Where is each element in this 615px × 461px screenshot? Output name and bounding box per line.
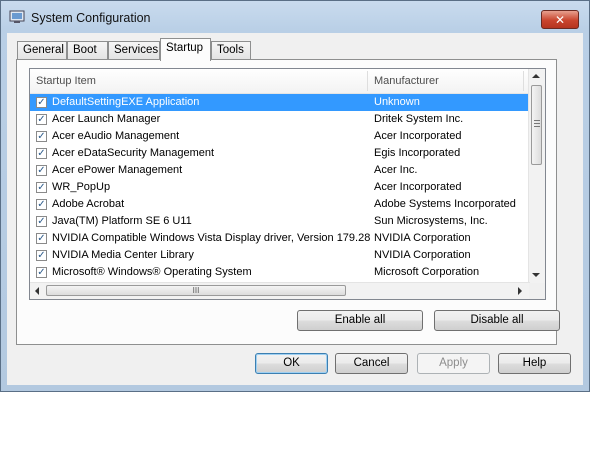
startup-item-name: Java(TM) Platform SE 6 U11	[52, 215, 192, 227]
scroll-up-icon[interactable]	[532, 74, 540, 78]
horizontal-scrollbar[interactable]: III	[30, 282, 530, 299]
startup-item-name: Adobe Acrobat	[52, 198, 125, 210]
ok-button[interactable]: OK	[255, 353, 328, 374]
startup-item-name: Acer eAudio Management	[52, 130, 180, 142]
dialog-client-area: General Boot Services Startup Tools Star…	[7, 33, 583, 385]
title-bar[interactable]: System Configuration ✕	[1, 1, 589, 35]
manufacturer-cell: Microsoft Corporation	[374, 266, 480, 278]
help-button[interactable]: Help	[498, 353, 571, 374]
disable-all-button[interactable]: Disable all	[434, 310, 560, 331]
table-row[interactable]: ✓DefaultSettingEXE ApplicationUnknownC:	[30, 94, 541, 111]
startup-tab-panel: Startup Item Manufacturer Co ✓ DefaultSet…	[16, 59, 560, 345]
manufacturer-cell: Sun Microsystems, Inc.	[374, 215, 488, 227]
scroll-down-icon[interactable]	[532, 273, 540, 277]
startup-item-name: Acer Launch Manager	[52, 113, 161, 125]
scrollbar-corner	[529, 283, 545, 299]
startup-item-checkbox[interactable]: ✓	[36, 148, 47, 159]
table-row[interactable]: ✓ Acer eAudio Management Acer Incorporated…	[30, 128, 542, 145]
list-header: Startup Item Manufacturer Co	[30, 69, 544, 94]
system-configuration-window: System Configuration ✕ General Boot Serv…	[0, 0, 590, 392]
tab-boot[interactable]: Boot	[67, 41, 108, 59]
close-button[interactable]: ✕	[541, 10, 579, 29]
startup-item-checkbox[interactable]: ✓	[36, 233, 47, 244]
manufacturer-cell: Acer Incorporated	[374, 130, 462, 142]
table-row[interactable]: ✓ Acer eDataSecurity Management Egis Incor…	[30, 145, 541, 162]
apply-button[interactable]: Apply	[417, 353, 490, 374]
scroll-right-icon[interactable]	[518, 287, 522, 295]
startup-item-name: WR_PopUp	[52, 181, 111, 193]
startup-item-checkbox[interactable]: ✓	[36, 114, 47, 125]
startup-item-checkbox[interactable]: ✓	[36, 131, 47, 142]
scroll-left-icon[interactable]	[35, 287, 39, 295]
table-row[interactable]: ✓Acer ePower ManagementAcer Inc.C:	[30, 162, 541, 179]
vertical-scroll-thumb[interactable]	[531, 85, 542, 165]
grip-line	[534, 120, 540, 121]
manufacturer-cell: Acer Inc.	[374, 164, 418, 176]
startup-item-checkbox[interactable]: ✓	[36, 216, 47, 227]
table-row[interactable]: ✓ Microsoft® Windows® Operating System Mic…	[30, 264, 541, 281]
column-header-startup-item[interactable]: Startup Item	[30, 69, 366, 93]
manufacturer-cell: Adobe Systems Incorporated	[374, 198, 516, 210]
manufacturer-cell: Acer Incorporated	[374, 181, 462, 193]
startup-item-name: NVIDIA Media Center Library	[52, 249, 194, 261]
startup-item-checkbox[interactable]: ✓	[36, 182, 47, 193]
startup-item-checkbox[interactable]: ✓	[36, 250, 47, 261]
table-row[interactable]: ✓ Java(TM) Platform SE 6 U11 Sun Microsyst…	[30, 213, 542, 230]
column-header-manufacturer[interactable]: Manufacturer	[368, 69, 524, 93]
startup-item-name: DefaultSettingEXE Application	[52, 96, 200, 108]
manufacturer-cell: Egis Incorporated	[374, 147, 461, 159]
manufacturer-cell: NVIDIA Corporation	[374, 249, 471, 261]
tab-general[interactable]: General	[17, 41, 67, 59]
table-row[interactable]: ✓Acer Launch ManagerDritek System Inc.C:	[30, 111, 541, 128]
tab-tools[interactable]: Tools	[211, 41, 251, 59]
table-row[interactable]: ✓ Adobe Acrobat Adobe Systems Incorporated…	[30, 196, 542, 213]
startup-item-name: NVIDIA Compatible Windows Vista Display …	[52, 232, 370, 244]
tab-services[interactable]: Services	[108, 41, 160, 59]
startup-items-list[interactable]: Startup Item Manufacturer Co ✓ DefaultSet…	[29, 68, 546, 300]
grip-line	[534, 123, 540, 124]
horizontal-scroll-thumb[interactable]: III	[46, 285, 346, 296]
startup-item-checkbox[interactable]: ✓	[36, 165, 47, 176]
system-configuration-icon	[9, 10, 25, 23]
cancel-button[interactable]: Cancel	[335, 353, 408, 374]
startup-item-checkbox[interactable]: ✓	[36, 97, 47, 108]
manufacturer-cell: NVIDIA Corporation	[374, 232, 471, 244]
table-row[interactable]: ✓ NVIDIA Media Center Library NVIDIA Corpo…	[30, 247, 545, 264]
manufacturer-cell: Dritek System Inc.	[374, 113, 464, 125]
grip-line	[534, 126, 540, 127]
startup-item-name: Acer ePower Management	[52, 164, 183, 176]
manufacturer-cell: Unknown	[374, 96, 420, 108]
close-icon: ✕	[554, 12, 566, 27]
vertical-scrollbar[interactable]	[528, 69, 545, 283]
startup-item-checkbox[interactable]: ✓	[36, 267, 47, 278]
table-row[interactable]: ✓WR_PopUpAcer IncorporatedC:	[30, 179, 541, 196]
table-row[interactable]: ✓ NVIDIA Compatible Windows Vista Display…	[30, 230, 545, 247]
enable-all-button[interactable]: Enable all	[297, 310, 423, 331]
startup-item-checkbox[interactable]: ✓	[36, 199, 47, 210]
tab-startup[interactable]: Startup	[160, 38, 211, 61]
startup-item-name: Microsoft® Windows® Operating System	[52, 266, 252, 278]
startup-item-name: Acer eDataSecurity Management	[52, 147, 215, 159]
window-title: System Configuration	[31, 11, 151, 25]
